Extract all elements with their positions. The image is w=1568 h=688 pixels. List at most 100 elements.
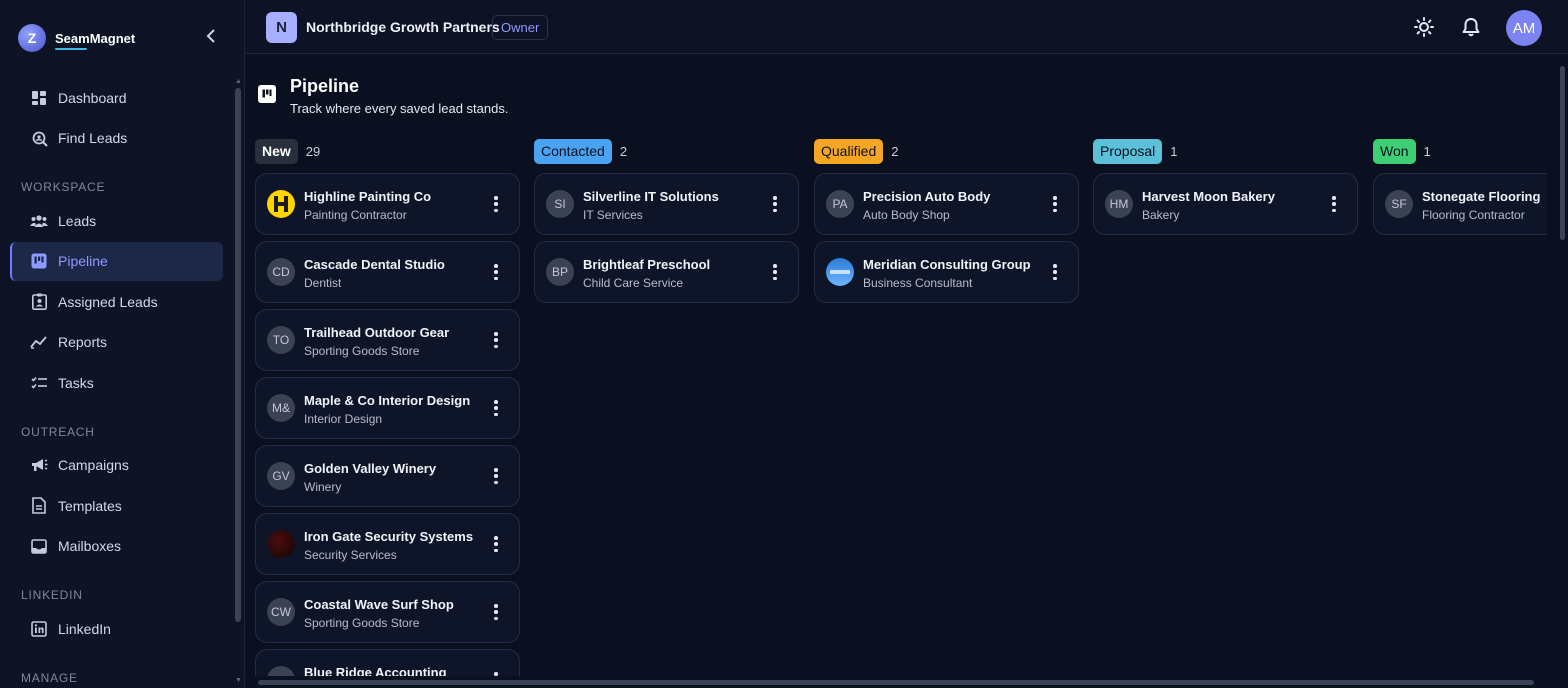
lead-name[interactable]: Iron Gate Security Systems	[304, 529, 473, 544]
board-vertical-scrollbar[interactable]	[1560, 66, 1565, 240]
sidebar-section-manage: MANAGE	[21, 670, 78, 685]
sidebar-item-mailboxes[interactable]: Mailboxes	[10, 527, 223, 566]
sidebar-item-reports[interactable]: Reports	[10, 323, 223, 362]
lead-card[interactable]: BP Brightleaf Preschool Child Care Service	[534, 241, 799, 303]
lead-name[interactable]: Harvest Moon Bakery	[1142, 189, 1275, 204]
sidebar-scrollbar[interactable]	[235, 88, 241, 622]
more-options-icon[interactable]	[1052, 264, 1058, 280]
sidebar-item-dashboard[interactable]: Dashboard	[10, 78, 223, 117]
sidebar-scroll-down-icon[interactable]: ▼	[235, 677, 242, 684]
theme-toggle-sun-icon[interactable]	[1411, 14, 1437, 40]
sidebar-item-templates[interactable]: Templates	[10, 486, 223, 525]
lead-card[interactable]: HM Harvest Moon Bakery Bakery	[1093, 173, 1358, 235]
pipeline-board: New 29 Highline Painting Co Painting Contra…	[255, 139, 1547, 676]
lead-category: Painting Contractor	[304, 208, 407, 222]
document-icon	[30, 497, 48, 515]
lead-name[interactable]: Cascade Dental Studio	[304, 257, 445, 272]
lead-name[interactable]: Golden Valley Winery	[304, 461, 436, 476]
lead-category: Winery	[304, 480, 342, 494]
tasks-icon	[30, 374, 48, 392]
sidebar-item-label: Mailboxes	[58, 538, 122, 554]
sidebar-item-label: Reports	[58, 334, 108, 350]
lead-card[interactable]: SF Stonegate Flooring Flooring Contractor	[1373, 173, 1547, 235]
lead-avatar: SF	[1385, 190, 1413, 218]
lead-card[interactable]: Iron Gate Security Systems Security Servi…	[255, 513, 520, 575]
more-options-icon[interactable]	[772, 196, 778, 212]
lead-card[interactable]: TO Trailhead Outdoor Gear Sporting Goods S…	[255, 309, 520, 371]
more-options-icon[interactable]	[493, 332, 499, 348]
lead-avatar: M&	[267, 394, 295, 422]
lead-card[interactable]: Highline Painting Co Painting Contractor	[255, 173, 520, 235]
lead-avatar: GV	[267, 462, 295, 490]
lead-card[interactable]: Blue Ridge Accounting	[255, 649, 520, 676]
badge-icon	[30, 293, 48, 311]
stage-badge: Contacted	[534, 139, 612, 164]
more-options-icon[interactable]	[493, 196, 499, 212]
sidebar-item-linkedin[interactable]: LinkedIn	[10, 609, 223, 648]
lead-avatar: BP	[546, 258, 574, 286]
user-avatar[interactable]: AM	[1506, 10, 1542, 46]
users-icon	[30, 212, 48, 230]
pipeline-column-new: New 29 Highline Painting Co Painting Contra…	[255, 139, 520, 676]
org-avatar[interactable]: N	[266, 12, 297, 43]
stage-count: 1	[1170, 144, 1178, 159]
column-header: New 29	[255, 139, 520, 164]
lead-name[interactable]: Blue Ridge Accounting	[304, 665, 447, 676]
board-horizontal-scrollbar[interactable]	[258, 680, 1534, 685]
lead-name[interactable]: Brightleaf Preschool	[583, 257, 710, 272]
sidebar-item-assigned-leads[interactable]: Assigned Leads	[10, 282, 223, 321]
lead-name[interactable]: Silverline IT Solutions	[583, 189, 719, 204]
kanban-icon	[258, 85, 276, 103]
collapse-sidebar-chevron-icon[interactable]	[203, 29, 219, 47]
lead-card[interactable]: PA Precision Auto Body Auto Body Shop	[814, 173, 1079, 235]
more-options-icon[interactable]	[493, 400, 499, 416]
more-options-icon[interactable]	[772, 264, 778, 280]
sidebar-item-campaigns[interactable]: Campaigns	[10, 446, 223, 485]
lead-name[interactable]: Trailhead Outdoor Gear	[304, 325, 449, 340]
lead-category: Auto Body Shop	[863, 208, 950, 222]
lead-category: Flooring Contractor	[1422, 208, 1525, 222]
sidebar-item-tasks[interactable]: Tasks	[10, 363, 223, 402]
more-options-icon[interactable]	[493, 468, 499, 484]
page-subtitle: Track where every saved lead stands.	[290, 101, 509, 116]
more-options-icon[interactable]	[1052, 196, 1058, 212]
lead-card[interactable]: CD Cascade Dental Studio Dentist	[255, 241, 520, 303]
brand[interactable]: Z SeamMagnet	[18, 24, 135, 52]
page-title: Pipeline	[290, 76, 360, 96]
more-options-icon[interactable]	[493, 536, 499, 552]
top-bar: N Northbridge Growth Partners Owner AM	[245, 0, 1568, 54]
lead-card[interactable]: M& Maple & Co Interior Design Interior Des…	[255, 377, 520, 439]
sidebar-scroll-up-icon[interactable]: ▲	[235, 78, 242, 85]
sidebar-item-find-leads[interactable]: Find Leads	[10, 119, 223, 158]
linkedin-icon	[30, 620, 48, 638]
lead-name[interactable]: Meridian Consulting Group	[863, 257, 1031, 272]
lead-card[interactable]: CW Coastal Wave Surf Shop Sporting Goods S…	[255, 581, 520, 643]
column-header: Qualified 2	[814, 139, 1079, 164]
more-options-icon[interactable]	[493, 264, 499, 280]
lead-card[interactable]: GV Golden Valley Winery Winery	[255, 445, 520, 507]
sidebar-item-label: LinkedIn	[58, 620, 111, 637]
stage-count: 29	[305, 144, 321, 159]
more-options-icon[interactable]	[493, 672, 499, 676]
lead-avatar	[267, 530, 295, 558]
sidebar-item-pipeline[interactable]: Pipeline	[10, 241, 223, 281]
sidebar-item-label: Find Leads	[58, 130, 128, 146]
stage-badge: Qualified	[814, 139, 884, 164]
notifications-bell-icon[interactable]	[1458, 14, 1484, 40]
lead-name[interactable]: Maple & Co Interior Design	[304, 393, 470, 408]
column-header: Contacted 2	[534, 139, 799, 164]
lead-avatar: SI	[546, 190, 574, 218]
org-name[interactable]: Northbridge Growth Partners	[306, 19, 500, 35]
sidebar-item-leads[interactable]: Leads	[10, 201, 223, 240]
more-options-icon[interactable]	[493, 604, 499, 620]
lead-name[interactable]: Stonegate Flooring	[1422, 189, 1540, 204]
more-options-icon[interactable]	[1331, 196, 1337, 212]
lead-name[interactable]: Coastal Wave Surf Shop	[304, 597, 454, 612]
lead-card[interactable]: Meridian Consulting Group Business Consul…	[814, 241, 1079, 303]
lead-name[interactable]: Highline Painting Co	[304, 189, 431, 204]
kanban-icon	[30, 252, 48, 270]
lead-name[interactable]: Precision Auto Body	[863, 189, 990, 204]
lead-avatar: TO	[267, 326, 295, 354]
lead-card[interactable]: SI Silverline IT Solutions IT Services	[534, 173, 799, 235]
lead-category: Sporting Goods Store	[304, 344, 420, 358]
